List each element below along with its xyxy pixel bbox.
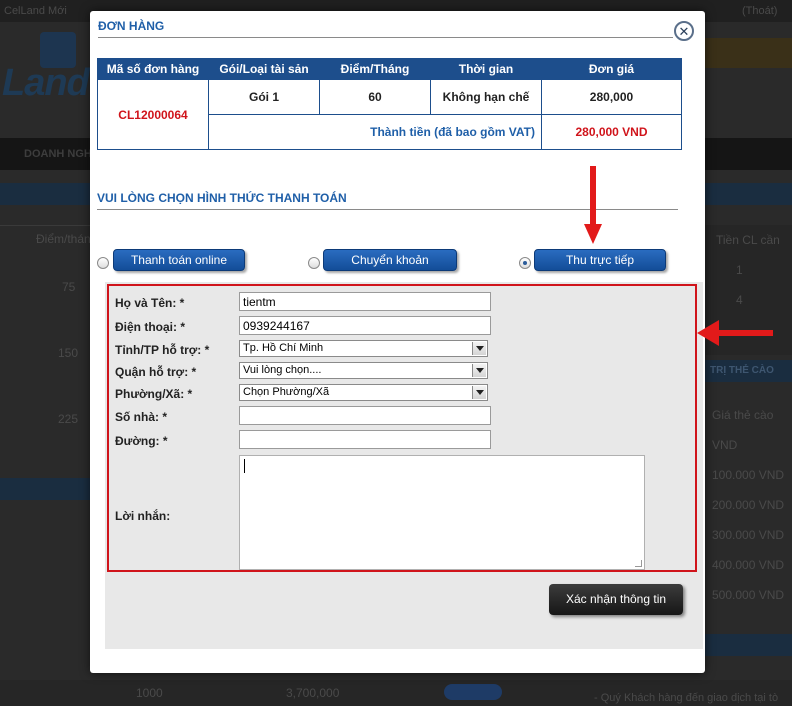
order-modal: ĐƠN HÀNG ✕ Mã số đơn hàng Gói/Loại tài s… bbox=[90, 11, 705, 673]
district-value: Vui lòng chọn.... bbox=[243, 364, 322, 376]
resize-grip-icon[interactable] bbox=[635, 560, 642, 567]
bg-left-value: 75 bbox=[62, 280, 76, 294]
bg-right-price: 400.000 VND bbox=[712, 558, 785, 572]
confirm-button[interactable]: Xác nhận thông tin bbox=[549, 584, 683, 615]
package-cell: Gói 1 bbox=[208, 79, 320, 115]
bg-right-value: 4 bbox=[736, 293, 743, 307]
chevron-down-icon[interactable] bbox=[472, 386, 486, 399]
bg-left-value: 225 bbox=[58, 412, 79, 426]
bg-right-price: 100.000 VND bbox=[712, 468, 785, 482]
table-header: Mã số đơn hàng bbox=[97, 58, 209, 80]
radio-direct[interactable] bbox=[519, 257, 531, 269]
name-label: Họ và Tên: * bbox=[115, 296, 185, 310]
table-row: CL12000064 Gói 1 60 Không hạn chế 280,00… bbox=[97, 79, 682, 150]
bg-top-left: CelLand Mới bbox=[4, 5, 67, 17]
close-icon[interactable]: ✕ bbox=[674, 21, 694, 41]
bg-right-price: 200.000 VND bbox=[712, 498, 785, 512]
title-divider bbox=[98, 37, 673, 38]
pay-direct-button[interactable]: Thu trực tiếp bbox=[534, 249, 666, 271]
total-label: Thành tiền (đã bao gồm VAT) bbox=[208, 114, 542, 150]
pay-transfer-button[interactable]: Chuyển khoản bbox=[323, 249, 457, 271]
bg-banner bbox=[704, 38, 792, 68]
radio-transfer[interactable] bbox=[308, 257, 320, 269]
chevron-down-icon[interactable] bbox=[472, 364, 486, 377]
bg-right-header: Tiền CL cần bbox=[716, 233, 780, 247]
bg-left-value: 150 bbox=[58, 346, 79, 360]
district-label: Quận hỗ trợ: * bbox=[115, 365, 197, 379]
red-arrow-down-icon bbox=[584, 166, 602, 244]
district-select[interactable]: Vui lòng chọn.... bbox=[239, 362, 488, 379]
total-value: 280,000 VND bbox=[541, 114, 682, 150]
province-value: Tp. Hồ Chí Minh bbox=[243, 342, 324, 354]
street-label: Đường: * bbox=[115, 434, 168, 448]
phone-input[interactable] bbox=[239, 316, 491, 335]
bg-bottom-points: 1000 bbox=[136, 686, 163, 700]
bg-right-sub2: VND bbox=[712, 438, 738, 452]
message-label: Lời nhắn: bbox=[115, 509, 171, 523]
bg-right-sub: Giá thẻ cào bbox=[712, 408, 774, 422]
pay-online-button[interactable]: Thanh toán online bbox=[113, 249, 245, 271]
order-code: CL12000064 bbox=[97, 79, 209, 150]
chevron-down-icon[interactable] bbox=[472, 342, 486, 355]
table-header: Gói/Loại tài sản bbox=[208, 58, 320, 80]
bg-section-bar bbox=[704, 634, 792, 656]
bg-section-bar bbox=[0, 478, 90, 500]
province-label: Tỉnh/TP hỗ trợ: * bbox=[115, 343, 210, 357]
street-input[interactable] bbox=[239, 430, 491, 449]
order-table: Mã số đơn hàng Gói/Loại tài sản Điểm/Thá… bbox=[97, 58, 682, 150]
ward-value: Chọn Phường/Xã bbox=[243, 386, 330, 398]
bg-right-value: 1 bbox=[736, 263, 743, 277]
bg-left-table bbox=[0, 225, 90, 496]
house-number-label: Số nhà: * bbox=[115, 410, 168, 424]
bg-logo: Land bbox=[2, 62, 90, 104]
house-number-input[interactable] bbox=[239, 406, 491, 425]
radio-online[interactable] bbox=[97, 257, 109, 269]
points-cell: 60 bbox=[319, 79, 431, 115]
table-header: Đơn giá bbox=[541, 58, 682, 80]
duration-cell: Không hạn chế bbox=[430, 79, 542, 115]
name-input[interactable] bbox=[239, 292, 491, 311]
ward-select[interactable]: Chọn Phường/Xã bbox=[239, 384, 488, 401]
bg-right-section: TRỊ THẺ CÀO bbox=[710, 365, 774, 376]
bg-right-price: 500.000 VND bbox=[712, 588, 785, 602]
bg-top-right: (Thoát) bbox=[742, 5, 778, 17]
red-arrow-left-icon bbox=[697, 320, 773, 346]
modal-title: ĐƠN HÀNG bbox=[98, 19, 165, 33]
table-header-row: Mã số đơn hàng Gói/Loại tài sản Điểm/Thá… bbox=[97, 58, 682, 80]
payment-section-title: VUI LÒNG CHỌN HÌNH THỨC THANH TOÁN bbox=[97, 191, 347, 205]
message-textarea[interactable] bbox=[239, 455, 645, 570]
bg-right-price: 300.000 VND bbox=[712, 528, 785, 542]
phone-label: Điện thoại: * bbox=[115, 320, 186, 334]
bg-left-header: Điểm/tháng bbox=[36, 232, 98, 246]
province-select[interactable]: Tp. Hồ Chí Minh bbox=[239, 340, 488, 357]
text-caret bbox=[244, 459, 245, 473]
bg-bottom-note: - Quý Khách hàng đến giao dịch tại tò bbox=[594, 692, 779, 704]
table-header: Điểm/Tháng bbox=[319, 58, 431, 80]
unit-price-cell: 280,000 bbox=[541, 79, 682, 115]
bg-bottom-price: 3,700,000 bbox=[286, 686, 340, 700]
ward-label: Phường/Xã: * bbox=[115, 387, 193, 401]
bg-badge bbox=[444, 684, 502, 700]
table-header: Thời gian bbox=[430, 58, 542, 80]
